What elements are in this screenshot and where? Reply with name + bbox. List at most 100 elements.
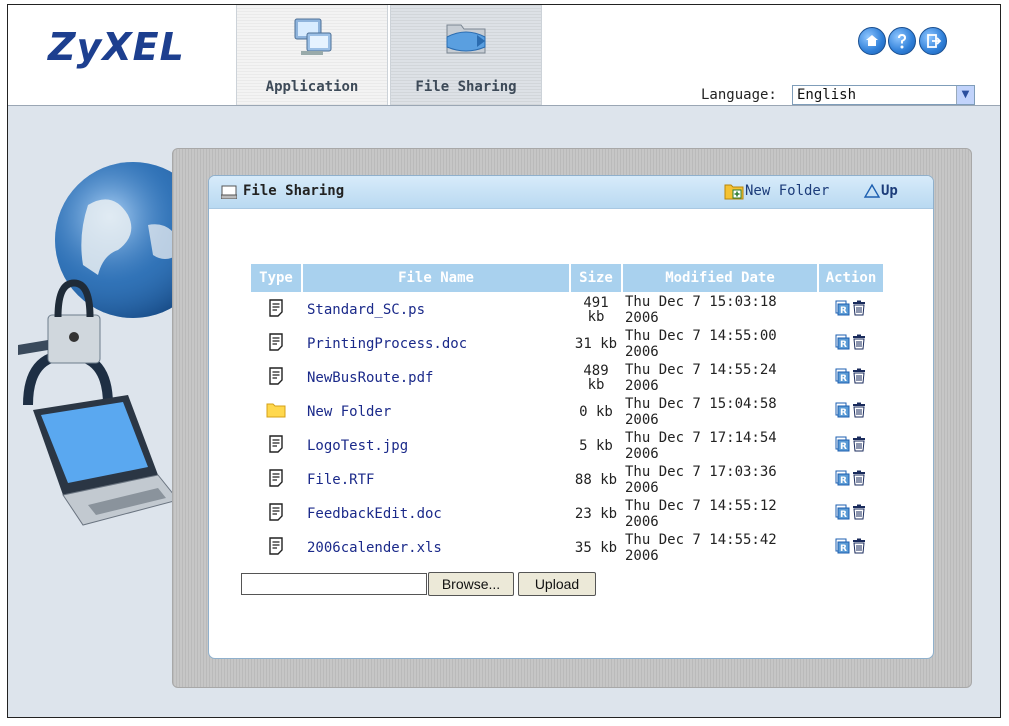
zyxel-logo: ZyXEL bbox=[48, 25, 185, 69]
svg-text:R: R bbox=[840, 442, 847, 452]
language-select[interactable]: English ▼ bbox=[792, 85, 975, 105]
file-modified-date: Thu Dec 7 14:55:42 2006 bbox=[625, 532, 777, 564]
rename-icon[interactable]: R bbox=[835, 436, 851, 456]
rename-icon[interactable]: R bbox=[835, 334, 851, 354]
up-arrow-icon bbox=[863, 183, 881, 198]
file-size: 491 kb bbox=[583, 295, 609, 325]
file-name-link[interactable]: LogoTest.jpg bbox=[303, 430, 569, 462]
rename-icon[interactable]: R bbox=[835, 470, 851, 490]
file-name-link[interactable]: PrintingProcess.doc bbox=[303, 328, 569, 360]
home-button[interactable] bbox=[858, 27, 886, 55]
file-name-link[interactable]: File.RTF bbox=[303, 464, 569, 496]
rename-icon[interactable]: R bbox=[835, 402, 851, 422]
delete-icon[interactable] bbox=[851, 504, 867, 524]
file-name-link[interactable]: FeedbackEdit.doc bbox=[303, 498, 569, 530]
column-header-action[interactable]: Action bbox=[819, 264, 883, 292]
column-header-modified-date[interactable]: Modified Date bbox=[623, 264, 817, 292]
table-row: 2006calender.xls 35 kb Thu Dec 7 14:55:4… bbox=[251, 532, 883, 564]
type-cell bbox=[251, 362, 301, 394]
up-label: Up bbox=[881, 183, 898, 199]
delete-icon[interactable] bbox=[851, 436, 867, 456]
new-folder-button[interactable]: New Folder bbox=[724, 182, 829, 204]
svg-text:R: R bbox=[840, 306, 847, 316]
file-modified-date: Thu Dec 7 14:55:24 2006 bbox=[625, 362, 777, 394]
action-cell: R bbox=[819, 532, 883, 564]
logout-icon bbox=[927, 34, 942, 48]
language-label: Language: bbox=[701, 87, 777, 103]
app-window: ZyXEL Application File Sharing Language:… bbox=[7, 4, 1001, 718]
file-icon bbox=[269, 537, 283, 555]
column-header-type[interactable]: Type bbox=[251, 264, 301, 292]
language-selected-value: English bbox=[797, 87, 857, 103]
table-row: File.RTF 88 kb Thu Dec 7 17:03:36 2006 R bbox=[251, 464, 883, 496]
table-row: New Folder 0 kb Thu Dec 7 15:04:58 2006 … bbox=[251, 396, 883, 428]
type-cell bbox=[251, 294, 301, 326]
rename-icon[interactable]: R bbox=[835, 300, 851, 320]
drive-icon bbox=[221, 185, 237, 199]
delete-icon[interactable] bbox=[851, 470, 867, 490]
file-icon bbox=[269, 299, 283, 317]
delete-icon[interactable] bbox=[851, 368, 867, 388]
file-size: 88 kb bbox=[574, 472, 618, 488]
folder-icon bbox=[266, 403, 286, 418]
file-icon bbox=[269, 435, 283, 453]
new-folder-icon bbox=[724, 184, 744, 200]
table-header-row: Type File Name Size Modified Date Action bbox=[251, 264, 883, 292]
file-name-link[interactable]: NewBusRoute.pdf bbox=[303, 362, 569, 394]
action-cell: R bbox=[819, 362, 883, 394]
panel-header: File Sharing New Folder Up bbox=[209, 176, 933, 209]
svg-text:R: R bbox=[840, 476, 847, 486]
table-row: LogoTest.jpg 5 kb Thu Dec 7 17:14:54 200… bbox=[251, 430, 883, 462]
application-icon bbox=[294, 18, 332, 55]
delete-icon[interactable] bbox=[851, 402, 867, 422]
delete-icon[interactable] bbox=[851, 334, 867, 354]
up-button[interactable]: Up bbox=[863, 182, 898, 204]
tab-application-label: Application bbox=[265, 79, 359, 95]
header-bar: ZyXEL Application File Sharing Language:… bbox=[8, 5, 1000, 106]
rename-icon[interactable]: R bbox=[835, 368, 851, 388]
action-cell: R bbox=[819, 430, 883, 462]
svg-text:R: R bbox=[840, 544, 847, 554]
file-modified-date: Thu Dec 7 15:03:18 2006 bbox=[625, 294, 777, 326]
file-icon bbox=[269, 503, 283, 521]
security-illustration bbox=[18, 162, 188, 526]
tab-file-sharing-label: File Sharing bbox=[415, 79, 517, 95]
table-row: FeedbackEdit.doc 23 kb Thu Dec 7 14:55:1… bbox=[251, 498, 883, 530]
delete-icon[interactable] bbox=[851, 538, 867, 558]
type-cell bbox=[251, 532, 301, 564]
rename-icon[interactable]: R bbox=[835, 538, 851, 558]
file-sharing-icon bbox=[446, 24, 486, 54]
file-icon bbox=[269, 333, 283, 351]
svg-text:R: R bbox=[840, 340, 847, 350]
file-name-link[interactable]: 2006calender.xls bbox=[303, 532, 569, 564]
action-cell: R bbox=[819, 498, 883, 530]
action-cell: R bbox=[819, 294, 883, 326]
type-cell bbox=[251, 464, 301, 496]
help-button[interactable] bbox=[888, 27, 916, 55]
logout-button[interactable] bbox=[919, 27, 947, 55]
browse-button[interactable]: Browse... bbox=[428, 572, 514, 596]
rename-icon[interactable]: R bbox=[835, 504, 851, 524]
file-icon bbox=[269, 469, 283, 487]
file-modified-date: Thu Dec 7 17:14:54 2006 bbox=[625, 430, 777, 462]
file-size: 23 kb bbox=[574, 506, 618, 522]
file-size: 0 kb bbox=[579, 404, 613, 420]
delete-icon[interactable] bbox=[851, 300, 867, 320]
file-size: 35 kb bbox=[574, 540, 618, 556]
table-row: Standard_SC.ps 491 kb Thu Dec 7 15:03:18… bbox=[251, 294, 883, 326]
action-cell: R bbox=[819, 464, 883, 496]
upload-button[interactable]: Upload bbox=[518, 572, 596, 596]
table-row: PrintingProcess.doc 31 kb Thu Dec 7 14:5… bbox=[251, 328, 883, 360]
file-name-link[interactable]: Standard_SC.ps bbox=[303, 294, 569, 326]
column-header-file-name[interactable]: File Name bbox=[303, 264, 569, 292]
type-cell bbox=[251, 498, 301, 530]
chevron-down-icon[interactable]: ▼ bbox=[956, 86, 974, 104]
tab-application[interactable]: Application bbox=[236, 5, 388, 105]
file-table: Type File Name Size Modified Date Action… bbox=[249, 262, 885, 566]
file-modified-date: Thu Dec 7 17:03:36 2006 bbox=[625, 464, 777, 496]
tab-file-sharing[interactable]: File Sharing bbox=[390, 5, 542, 105]
column-header-size[interactable]: Size bbox=[571, 264, 621, 292]
file-name-link[interactable]: New Folder bbox=[303, 396, 569, 428]
upload-file-path-input[interactable] bbox=[241, 573, 427, 595]
file-size: 5 kb bbox=[579, 438, 613, 454]
